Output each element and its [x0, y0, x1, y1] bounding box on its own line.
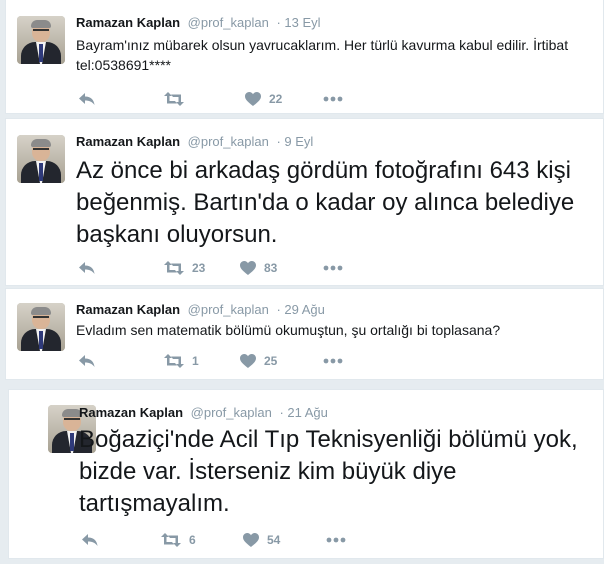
tweet-header: Ramazan Kaplan @prof_kaplan · 29 Ağu — [76, 302, 325, 318]
heart-icon — [243, 533, 259, 547]
tweet-card[interactable]: Ramazan Kaplan @prof_kaplan · 13 Eyl Bay… — [5, 0, 604, 114]
retweet-icon — [164, 261, 184, 275]
reply-button[interactable] — [81, 530, 99, 550]
retweet-button[interactable]: 23 — [164, 258, 205, 278]
retweet-button[interactable] — [164, 89, 192, 109]
user-name[interactable]: Ramazan Kaplan — [76, 134, 180, 149]
user-handle[interactable]: @prof_kaplan — [188, 15, 269, 30]
tweet-card[interactable]: Ramazan Kaplan @prof_kaplan · 29 Ağu Evl… — [5, 288, 604, 380]
retweet-button[interactable]: 1 — [164, 351, 199, 371]
tweet-date[interactable]: · 21 Ağu — [279, 405, 327, 420]
avatar[interactable] — [17, 303, 65, 351]
more-button[interactable] — [326, 530, 346, 550]
retweet-button[interactable]: 6 — [161, 530, 196, 550]
like-count: 54 — [267, 533, 281, 547]
more-icon — [326, 537, 346, 543]
more-icon — [323, 358, 343, 364]
retweet-icon — [164, 354, 184, 368]
reply-button[interactable] — [78, 89, 96, 109]
reply-icon — [82, 534, 98, 546]
more-icon — [323, 96, 343, 102]
heart-icon — [245, 92, 261, 106]
like-count: 22 — [269, 92, 283, 106]
tweet-card[interactable]: Ramazan Kaplan @prof_kaplan · 9 Eyl Az ö… — [5, 118, 604, 286]
like-count: 25 — [264, 354, 278, 368]
tweet-date[interactable]: · 29 Ağu — [276, 302, 324, 317]
more-button[interactable] — [323, 258, 343, 278]
retweet-count: 23 — [192, 261, 206, 275]
like-button[interactable]: 25 — [240, 351, 277, 371]
retweet-count: 6 — [189, 533, 196, 547]
reply-icon — [79, 262, 95, 274]
retweet-count: 1 — [192, 354, 199, 368]
tweet-card[interactable]: Ramazan Kaplan @prof_kaplan · 21 Ağu Boğ… — [8, 389, 604, 559]
user-handle[interactable]: @prof_kaplan — [188, 302, 269, 317]
tweet-text: Bayram'ınız mübarek olsun yavrucaklarım.… — [76, 37, 569, 73]
like-count: 83 — [264, 261, 278, 275]
more-button[interactable] — [323, 89, 343, 109]
more-icon — [323, 265, 343, 271]
tweet-text: Az önce bi arkadaş gördüm fotoğrafını 64… — [76, 157, 575, 248]
reply-icon — [79, 355, 95, 367]
reply-button[interactable] — [78, 258, 96, 278]
tweet-header: Ramazan Kaplan @prof_kaplan · 21 Ağu — [79, 405, 328, 421]
user-name[interactable]: Ramazan Kaplan — [79, 405, 183, 420]
like-button[interactable]: 54 — [243, 530, 280, 550]
avatar[interactable] — [17, 16, 65, 64]
like-button[interactable]: 22 — [245, 89, 282, 109]
tweet-header: Ramazan Kaplan @prof_kaplan · 13 Eyl — [76, 15, 321, 31]
tweet-date[interactable]: · 9 Eyl — [276, 134, 313, 149]
tweet-text: Evladım sen matematik bölümü okumuştun, … — [76, 322, 501, 338]
user-name[interactable]: Ramazan Kaplan — [76, 302, 180, 317]
reply-icon — [79, 93, 95, 105]
tweet-text: Boğaziçi'nde Acil Tıp Teknisyenliği bölü… — [79, 426, 578, 517]
user-handle[interactable]: @prof_kaplan — [191, 405, 272, 420]
retweet-icon — [164, 92, 184, 106]
avatar[interactable] — [17, 135, 65, 183]
heart-icon — [240, 354, 256, 368]
retweet-icon — [161, 533, 181, 547]
like-button[interactable]: 83 — [240, 258, 277, 278]
reply-button[interactable] — [78, 351, 96, 371]
user-handle[interactable]: @prof_kaplan — [188, 134, 269, 149]
tweet-header: Ramazan Kaplan @prof_kaplan · 9 Eyl — [76, 134, 313, 150]
tweet-date[interactable]: · 13 Eyl — [276, 15, 320, 30]
more-button[interactable] — [323, 351, 343, 371]
heart-icon — [240, 261, 256, 275]
user-name[interactable]: Ramazan Kaplan — [76, 15, 180, 30]
